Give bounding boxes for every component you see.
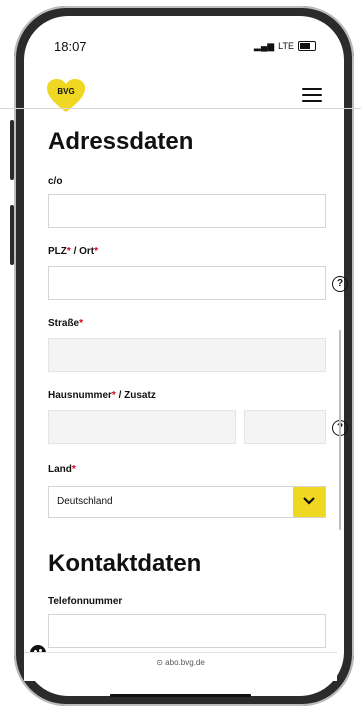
- side-button: [10, 120, 14, 180]
- plz-ort-input[interactable]: [48, 266, 326, 300]
- land-select-value: Deutschland: [57, 496, 113, 507]
- scrollbar[interactable]: [339, 330, 341, 530]
- co-label: c/o: [48, 176, 63, 187]
- strasse-input[interactable]: [48, 338, 326, 372]
- land-select[interactable]: Deutschland: [48, 486, 326, 518]
- chevron-down-icon[interactable]: [293, 487, 325, 517]
- phone-input[interactable]: [48, 614, 326, 648]
- header-divider: [0, 108, 361, 109]
- lock-icon: ⊙: [156, 658, 166, 667]
- plz-ort-label: PLZ* / Ort*: [48, 246, 99, 257]
- section-title-contact: Kontaktdaten: [48, 550, 202, 577]
- co-input[interactable]: [48, 194, 326, 228]
- signal-icon: ▂▄▆: [253, 40, 275, 51]
- side-button: [10, 205, 14, 265]
- status-icons: ▂▄▆ LTE: [254, 41, 316, 52]
- zusatz-input[interactable]: [244, 410, 326, 444]
- browser-url-bar[interactable]: ⊙ abo.bvg.de: [24, 652, 337, 681]
- strasse-label: Straße*: [48, 318, 84, 329]
- home-indicator: [110, 694, 251, 697]
- site-header: BVG: [24, 68, 344, 124]
- section-title-address: Adressdaten: [48, 128, 194, 155]
- help-icon[interactable]: ?: [332, 276, 348, 292]
- battery-icon: [298, 41, 316, 51]
- logo-text: BVG: [57, 87, 74, 96]
- phone-label: Telefonnummer: [48, 596, 123, 607]
- url-text: abo.bvg.de: [165, 658, 205, 667]
- land-label: Land*: [48, 464, 76, 475]
- hausnummer-input[interactable]: [48, 410, 236, 444]
- status-time: 18:07: [54, 38, 87, 54]
- network-type: LTE: [278, 41, 294, 51]
- status-bar: 18:07 ▂▄▆ LTE: [54, 36, 316, 56]
- hamburger-menu-icon[interactable]: [302, 88, 322, 102]
- hausnummer-label: Hausnummer* / Zusatz: [48, 390, 156, 401]
